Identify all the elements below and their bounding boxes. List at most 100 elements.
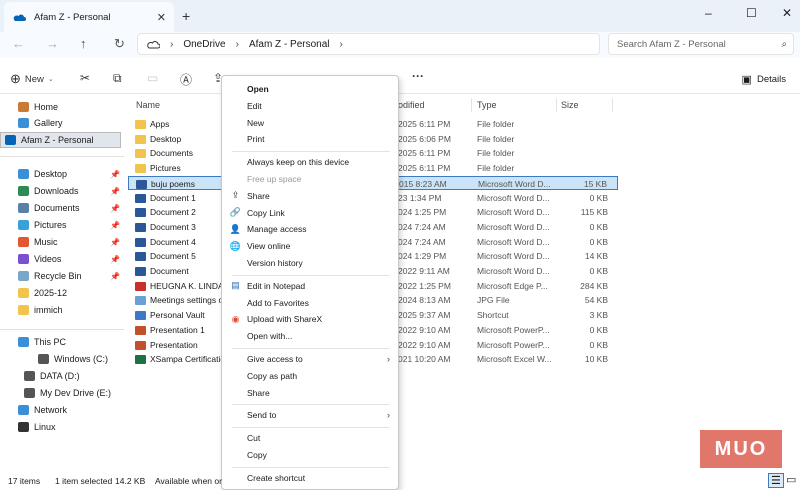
menu-item-always-keep-on-this-device[interactable]: Always keep on this device (222, 154, 398, 170)
menu-item-copy[interactable]: Copy (222, 447, 398, 463)
menu-item-version-history[interactable]: Version history (222, 255, 398, 271)
desktop-icon (18, 169, 29, 179)
sidebar-item-immich[interactable]: immich (18, 302, 63, 318)
more-options-button[interactable]: ··· (412, 69, 424, 83)
column-header-date[interactable]: odified (398, 100, 425, 110)
sidebar-item-my-dev-drive-e[interactable]: My Dev Drive (E:) (24, 385, 111, 401)
sidebar-item-videos[interactable]: Videos 📌 (18, 251, 120, 267)
close-button[interactable]: ✕ (782, 6, 792, 20)
menu-item-send-to[interactable]: Send to › (222, 407, 398, 423)
sidebar-item-label: This PC (34, 337, 67, 347)
column-divider[interactable] (556, 98, 557, 112)
maximize-button[interactable]: ☐ (746, 6, 757, 20)
menu-item-manage-access[interactable]: 👤 Manage access (222, 221, 398, 237)
sidebar-item-documents[interactable]: Documents 📌 (18, 200, 120, 216)
menu-item-copy-as-path[interactable]: Copy as path (222, 368, 398, 384)
sidebar-item-afam-z-personal[interactable]: Afam Z - Personal (0, 132, 121, 148)
breadcrumb-onedrive[interactable]: OneDrive (183, 39, 225, 50)
pin-icon[interactable]: 📌 (110, 204, 120, 213)
file-name: buju poems (151, 178, 195, 189)
column-header-size[interactable]: Size (561, 100, 579, 110)
menu-item-new[interactable]: New (222, 115, 398, 131)
context-menu: Open Edit New Print Always keep on this devi… (221, 75, 399, 490)
minimize-button[interactable]: – (705, 6, 712, 20)
tab-close-icon[interactable]: ✕ (157, 11, 166, 24)
menu-item-open-with[interactable]: Open with... (222, 328, 398, 344)
breadcrumb-afam-z-personal[interactable]: Afam Z - Personal (249, 39, 330, 50)
file-type: File folder (477, 119, 515, 129)
menu-separator (232, 404, 390, 406)
navigation-bar: ← → ↑ ↻ › OneDrive › Afam Z - Personal ›… (0, 32, 800, 58)
new-button[interactable]: ⊕ New ⌄ (10, 71, 54, 87)
menu-item-label: Copy (247, 450, 267, 460)
file-date: 2025 6:11 PM (398, 163, 451, 174)
pin-icon[interactable]: 📌 (110, 255, 120, 264)
sidebar-item-2025-12[interactable]: 2025-12 (18, 285, 67, 301)
word-file-icon (135, 222, 146, 232)
pin-icon[interactable]: 📌 (110, 238, 120, 247)
sidebar-item-data-d[interactable]: DATA (D:) (24, 368, 80, 384)
pin-icon[interactable]: 📌 (110, 170, 120, 179)
menu-item-edit-in-notepad[interactable]: ▤ Edit in Notepad (222, 278, 398, 294)
sidebar-item-pictures[interactable]: Pictures 📌 (18, 217, 120, 233)
up-button[interactable]: ↑ (80, 36, 87, 51)
file-name: Meetings settings o (150, 295, 224, 306)
sidebar-item-home[interactable]: Home (18, 99, 58, 115)
rename-icon[interactable]: Ⓐ (180, 71, 192, 88)
sidebar-item-network[interactable]: Network (18, 402, 67, 418)
pin-icon[interactable]: 📌 (110, 272, 120, 281)
new-tab-button[interactable]: + (182, 8, 190, 24)
copy-icon[interactable]: ⧉ (113, 71, 122, 86)
menu-item-print[interactable]: Print (222, 131, 398, 147)
column-header-type[interactable]: Type (477, 100, 497, 110)
details-button[interactable]: ▣ Details (742, 73, 786, 86)
menu-item-edit[interactable]: Edit (222, 98, 398, 114)
menu-item-view-online[interactable]: 🌐 View online (222, 238, 398, 254)
word-file-icon (135, 252, 146, 262)
sidebar-item-label: Videos (34, 254, 62, 264)
tiles-view-icon[interactable]: ▭ (786, 473, 796, 486)
sidebar-item-label: My Dev Drive (E:) (40, 388, 112, 398)
title-bar: Afam Z - Personal ✕ + – ☐ ✕ (0, 0, 800, 32)
pin-icon[interactable]: 📌 (110, 187, 120, 196)
navigation-pane: Home Gallery Afam Z - Personal Desktop 📌 Down… (0, 96, 124, 468)
column-divider[interactable] (612, 98, 613, 112)
menu-item-share[interactable]: ⇪ Share (222, 188, 398, 204)
menu-item-open[interactable]: Open (222, 81, 398, 97)
address-bar[interactable]: › OneDrive › Afam Z - Personal › (137, 33, 600, 55)
back-button[interactable]: ← (12, 36, 25, 51)
sidebar-item-linux[interactable]: Linux (18, 419, 56, 435)
column-header-name[interactable]: Name (136, 100, 160, 110)
sidebar-item-gallery[interactable]: Gallery (18, 115, 63, 131)
menu-item-share[interactable]: Share (222, 385, 398, 401)
forward-button[interactable]: → (46, 36, 59, 51)
menu-item-add-to-favorites[interactable]: Add to Favorites (222, 295, 398, 311)
command-bar: ⊕ New ⌄ ✂ ⧉ ▭ Ⓐ ⇪ ··· ▣ Details (0, 64, 800, 94)
file-size: 0 KB (589, 266, 608, 276)
cut-icon[interactable]: ✂ (80, 71, 90, 85)
plus-icon: ⊕ (10, 71, 21, 86)
sidebar-item-desktop[interactable]: Desktop 📌 (18, 166, 120, 182)
search-placeholder: Search Afam Z - Personal (617, 38, 726, 50)
menu-item-give-access-to[interactable]: Give access to › (222, 351, 398, 367)
this-pc-icon (18, 337, 29, 347)
details-view-icon[interactable]: ☰ (768, 473, 784, 488)
refresh-button[interactable]: ↻ (114, 36, 125, 52)
menu-item-upload-with-sharex[interactable]: ◉ Upload with ShareX (222, 311, 398, 327)
file-date: 024 1:29 PM (398, 251, 447, 262)
menu-item-copy-link[interactable]: 🔗 Copy Link (222, 205, 398, 221)
sidebar-item-music[interactable]: Music 📌 (18, 234, 120, 250)
file-name: Pictures (150, 163, 181, 174)
chevron-right-icon: › (387, 410, 390, 421)
search-input[interactable]: Search Afam Z - Personal ⌕ (608, 33, 794, 55)
menu-item-cut[interactable]: Cut (222, 430, 398, 446)
sidebar-item-downloads[interactable]: Downloads 📌 (18, 183, 120, 199)
pin-icon[interactable]: 📌 (110, 221, 120, 230)
paste-icon[interactable]: ▭ (147, 71, 158, 85)
sidebar-item-this-pc[interactable]: This PC (18, 334, 66, 350)
sidebar-item-recycle-bin[interactable]: Recycle Bin 📌 (18, 268, 120, 284)
tab-afam-z-personal[interactable]: Afam Z - Personal ✕ (4, 2, 174, 32)
file-date: 2022 9:10 AM (398, 339, 451, 350)
column-divider[interactable] (471, 98, 472, 112)
sidebar-item-windows-c[interactable]: Windows (C:) (38, 351, 108, 367)
